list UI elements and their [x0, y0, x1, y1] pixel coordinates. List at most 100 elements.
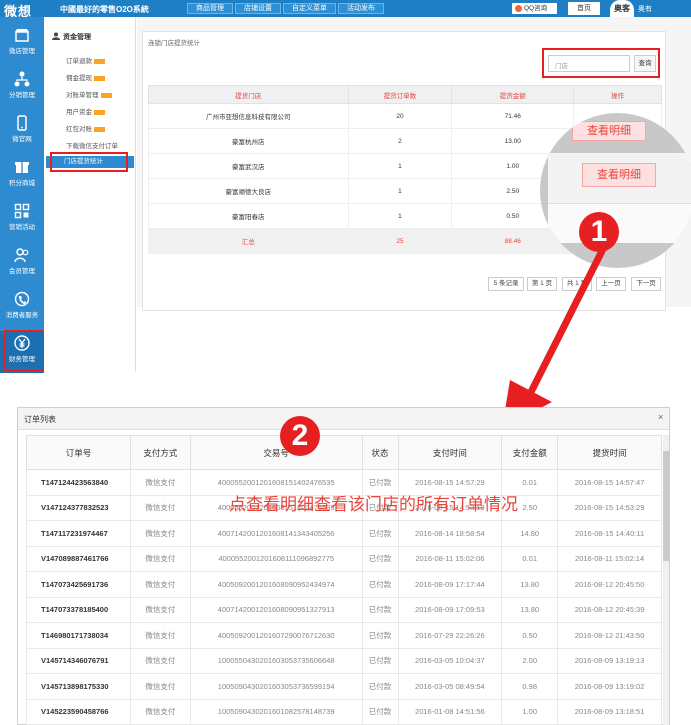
view-detail-button[interactable]: 查看明细 [582, 163, 656, 187]
table-row: T147073378185400 微信支付 40071420012016080909… [26, 596, 662, 623]
distribution-icon [14, 71, 30, 87]
subnav-title: 资金管理 [63, 34, 91, 41]
sidebar-item-label: 消费者服务 [5, 312, 39, 319]
sidebar-item-consumer-service[interactable]: 消费者服务 [0, 287, 44, 329]
home-button[interactable]: 首页 [568, 2, 600, 15]
status-cell: 已付款 [361, 622, 399, 649]
column-header: 交易号 [189, 435, 363, 470]
store-cell: 豪富杭州店 [148, 128, 349, 154]
qq-consult-button[interactable]: QQ咨询 [512, 3, 557, 14]
sub-sidebar: 资金管理 [44, 17, 136, 372]
subnav-item-label: 对账单管理 [66, 92, 99, 99]
order-no-cell: V147089887461766 [26, 545, 131, 572]
nav-activity[interactable]: 活动发布 [338, 3, 384, 14]
transaction-no-cell: 4005092001201607290076712630 [189, 622, 363, 649]
payment-method-cell: 微信支付 [129, 622, 191, 649]
qq-label: QQ咨询 [524, 5, 548, 12]
user-name[interactable]: 奥有 [638, 4, 652, 14]
main-sidebar: 微店管理 分销管理 微官网 积分商城 营销活动 会员管理 消费者服务 财务管理 [0, 17, 44, 373]
status-cell: 已付款 [361, 571, 399, 598]
nav-goods[interactable]: 商品管理 [187, 3, 233, 14]
table-header-row: 提货门店 提货订单数 提货金额 操作 [148, 85, 662, 104]
status-cell: 已付款 [361, 698, 399, 725]
subnav-item-red-packet[interactable]: 红包对账 [66, 123, 105, 133]
payment-method-cell: 微信支付 [129, 673, 191, 700]
sidebar-item-label: 积分商城 [9, 180, 35, 187]
members-icon [14, 248, 29, 263]
finance-highlight-box [4, 330, 46, 372]
payment-method-cell: 微信支付 [129, 469, 191, 496]
subnav-item-user-funds[interactable]: 用户资金 [66, 106, 105, 116]
status-cell: 已付款 [361, 647, 399, 674]
screen: 微想 中國最好的零售O2O系統 商品管理 店铺设置 自定义菜单 活动发布 QQ咨… [0, 0, 691, 725]
pickup-time-cell: 2016-08-09 13:19:13 [557, 647, 662, 674]
paid-time-cell: 2016-01-08 14:51:56 [397, 698, 503, 725]
sidebar-item-distribution[interactable]: 分销管理 [0, 67, 44, 109]
summary-label: 汇总 [148, 228, 349, 254]
pickup-time-cell: 2016-08-11 15:02:14 [557, 545, 662, 572]
nav-custom-menu[interactable]: 自定义菜单 [283, 3, 336, 14]
amount-cell: 71.46 [451, 103, 575, 129]
red-arrow-icon [502, 241, 609, 428]
paid-time-cell: 2016-08-14 18:58:54 [397, 520, 503, 547]
close-icon[interactable]: × [658, 412, 663, 422]
sidebar-item-micro-site[interactable]: 微官网 [0, 111, 44, 153]
order-no-cell: V145223590458766 [26, 698, 131, 725]
pickup-time-cell: 2016-08-15 14:40:11 [557, 520, 662, 547]
paid-amount-cell: 14.80 [501, 520, 559, 547]
new-badge [100, 92, 112, 98]
new-badge [94, 58, 105, 64]
table-row: V145713898175330 微信支付 10050904302016030537… [26, 673, 662, 700]
subnav-item-download-wechat[interactable]: 下载微信支付订单 [66, 140, 118, 150]
count-cell: 1 [347, 203, 453, 229]
order-list-dialog: 订单列表 × 订单号 支付方式 交易号 状态 支付时间 支付金额 提货时间 T1… [17, 407, 670, 725]
sidebar-item-label: 微店管理 [9, 48, 35, 55]
points-mall-icon [15, 162, 29, 173]
subnav-item-commission[interactable]: 佣金提现 [66, 72, 105, 82]
paid-time-cell: 2016-08-09 17:09:53 [397, 596, 503, 623]
transaction-no-cell: 4007142001201608141343405256 [189, 520, 363, 547]
column-header: 支付时间 [397, 435, 503, 470]
sidebar-item-store[interactable]: 微店管理 [0, 23, 44, 65]
column-header: 支付方式 [129, 435, 191, 470]
sidebar-item-members[interactable]: 会员管理 [0, 243, 44, 285]
count-cell: 1 [347, 178, 453, 204]
search-highlight-box [542, 48, 660, 78]
top-bar: 微想 中國最好的零售O2O系統 商品管理 店铺设置 自定义菜单 活动发布 QQ咨… [0, 0, 691, 19]
paid-time-cell: 2016-08-09 17:17:44 [397, 571, 503, 598]
subnav-item-refund[interactable]: 订单退款 [66, 55, 105, 65]
pickup-time-cell: 2016-08-09 13:18:51 [557, 698, 662, 725]
order-no-cell: V145714346076791 [26, 647, 131, 674]
subnav-item-statement[interactable]: 对账单管理 [66, 89, 112, 99]
transaction-no-cell: 1005090430201603053736599194 [189, 673, 363, 700]
table-row: T146980171738034 微信支付 40050920012016072900… [26, 622, 662, 649]
nav-store-settings[interactable]: 店铺设置 [235, 3, 281, 14]
subnav-item-label: 用户资金 [66, 109, 92, 116]
store-icon [15, 29, 29, 42]
paid-time-cell: 2016-08-11 15:02:06 [397, 545, 503, 572]
transaction-no-cell: 4007142001201608090951327913 [189, 596, 363, 623]
avatar[interactable]: 奥客 [610, 0, 634, 17]
step-marker-2: 2 [280, 416, 320, 456]
pickup-time-cell: 2016-08-12 20:45:50 [557, 571, 662, 598]
column-header: 提货门店 [148, 85, 349, 104]
order-table: 订单号 支付方式 交易号 状态 支付时间 支付金额 提货时间 T14712442… [26, 435, 662, 725]
phone-icon [17, 115, 27, 131]
paid-amount-cell: 0.50 [501, 622, 559, 649]
payment-method-cell: 微信支付 [129, 596, 191, 623]
count-cell: 1 [347, 153, 453, 179]
subnav-item-label: 红包对账 [66, 126, 92, 133]
brand-slogan: 中國最好的零售O2O系統 [60, 5, 149, 14]
table-row: T147073425691736 微信支付 40050920012016080909… [26, 571, 662, 598]
status-cell: 已付款 [361, 545, 399, 572]
pickup-time-cell: 2016-08-12 20:45:39 [557, 596, 662, 623]
breadcrumb: 连锁门店提货统计 [148, 40, 200, 47]
sidebar-item-points-mall[interactable]: 积分商城 [0, 155, 44, 197]
dialog-title: 订单列表 [24, 415, 56, 424]
dialog-scrollbar[interactable] [663, 435, 669, 725]
pickup-time-cell: 2016-08-15 14:57:47 [557, 469, 662, 496]
qq-icon [515, 5, 522, 12]
scrollbar-thumb[interactable] [663, 451, 669, 561]
sidebar-item-marketing[interactable]: 营销活动 [0, 199, 44, 241]
new-badge [94, 75, 105, 81]
